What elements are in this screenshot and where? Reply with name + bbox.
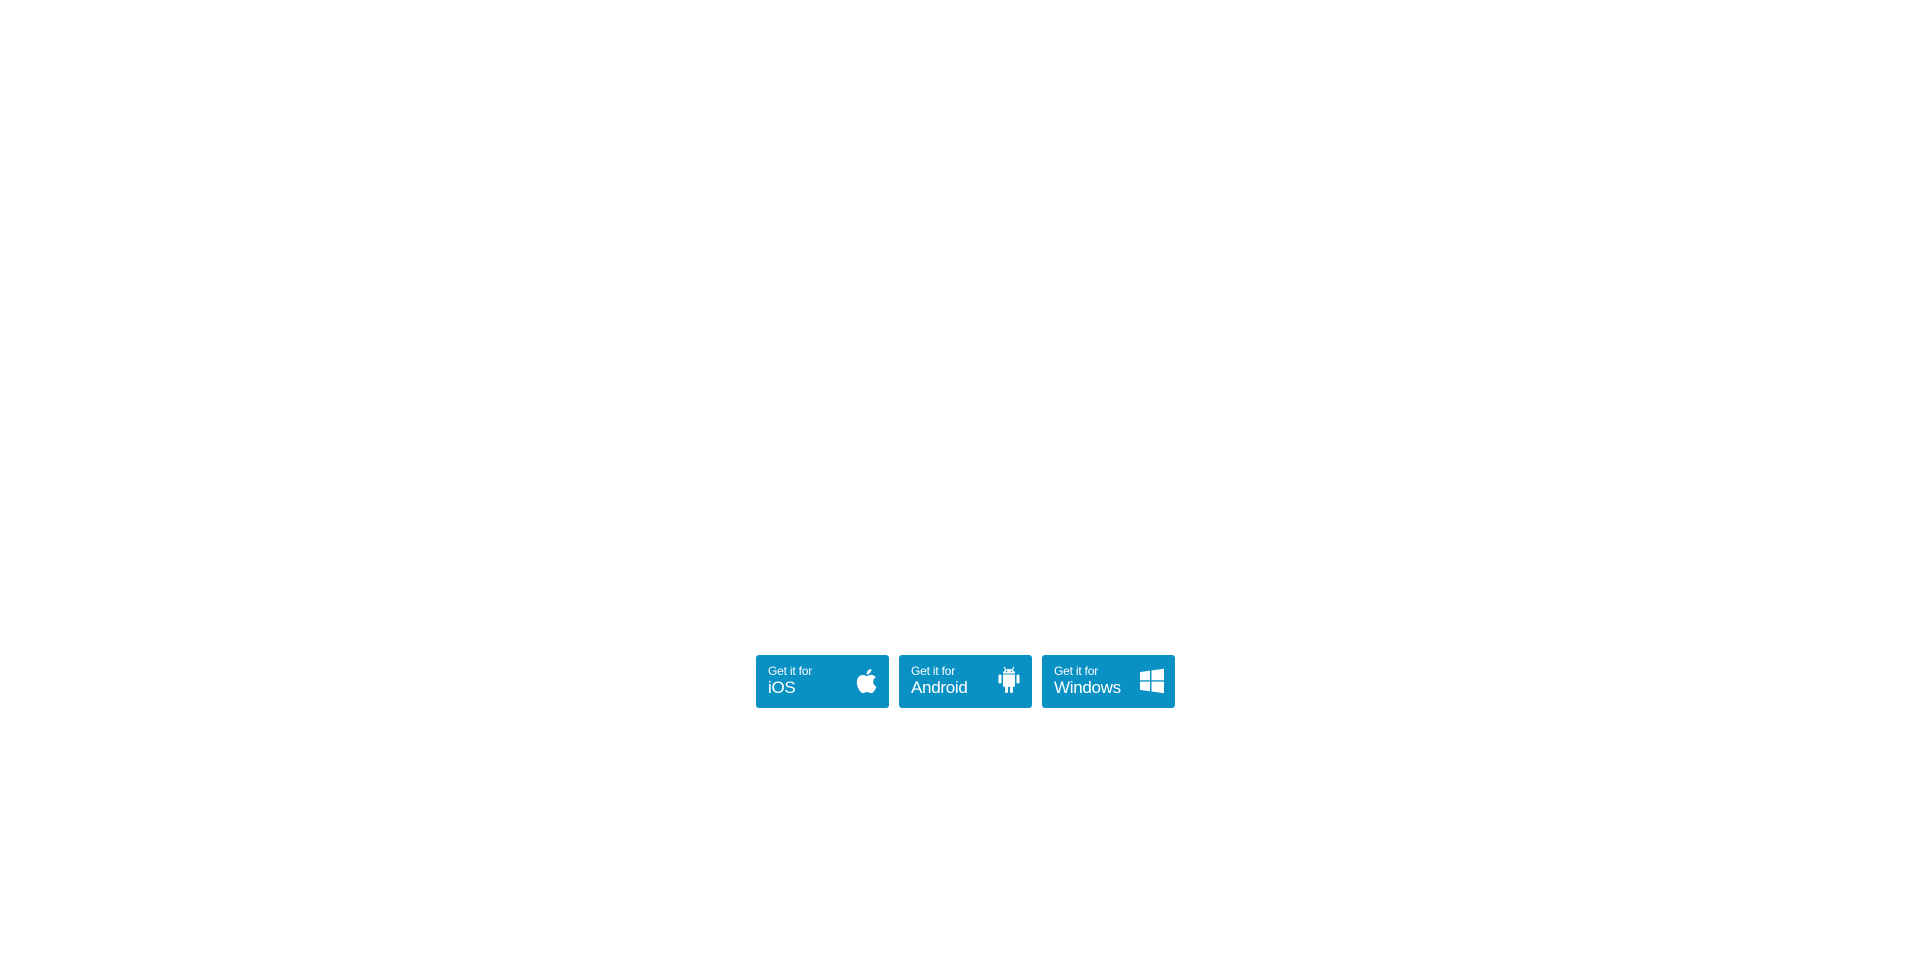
get-ios-button[interactable]: Get it for iOS [756, 655, 889, 708]
app-store-buttons: Get it for iOS Get it for Android Get it… [756, 655, 1175, 708]
get-windows-button[interactable]: Get it for Windows [1042, 655, 1175, 708]
get-android-button[interactable]: Get it for Android [899, 655, 1032, 708]
windows-icon [1139, 667, 1165, 695]
android-icon [996, 667, 1022, 695]
page: Get it for iOS Get it for Android Get it… [0, 0, 1919, 980]
apple-icon [853, 667, 879, 695]
